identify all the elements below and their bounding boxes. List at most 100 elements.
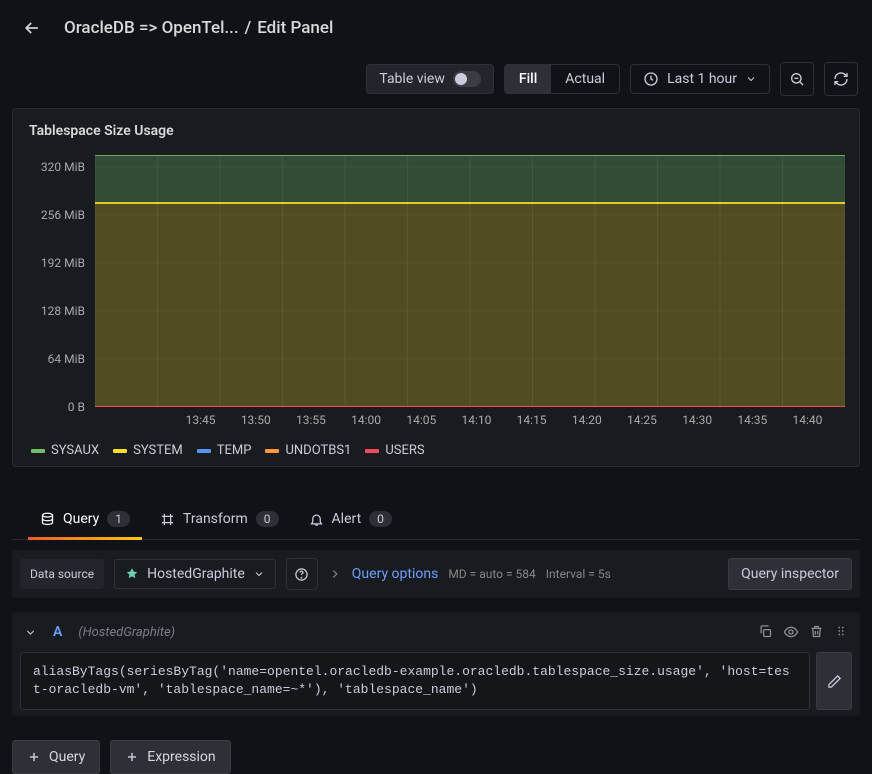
tab-transform-count: 0 xyxy=(256,511,279,527)
drag-handle-icon[interactable] xyxy=(834,624,848,638)
x-axis-label: 14:30 xyxy=(670,413,725,437)
tab-alert-label: Alert xyxy=(332,511,362,527)
chart-plot-area[interactable] xyxy=(95,155,845,407)
x-axis-label: 13:45 xyxy=(173,413,228,437)
back-button[interactable] xyxy=(16,12,48,44)
time-range-picker[interactable]: Last 1 hour xyxy=(630,64,770,94)
dashboard-title[interactable]: OracleDB => OpenTel... xyxy=(64,18,239,38)
plus-icon xyxy=(125,750,139,764)
eye-icon[interactable] xyxy=(783,624,799,640)
x-axis-label: 14:10 xyxy=(449,413,504,437)
x-axis-label: 14:15 xyxy=(504,413,559,437)
add-expression-button[interactable]: Expression xyxy=(110,740,230,774)
datasource-label: Data source xyxy=(20,559,104,589)
chevron-down-icon xyxy=(745,73,757,85)
database-icon xyxy=(40,512,55,527)
datasource-help-button[interactable] xyxy=(286,558,318,590)
tab-query-count: 1 xyxy=(107,511,130,527)
display-mode-group: Fill Actual xyxy=(504,64,620,94)
tab-query[interactable]: Query 1 xyxy=(36,505,134,539)
query-ds-hint: (HostedGraphite) xyxy=(78,625,175,640)
time-range-label: Last 1 hour xyxy=(667,71,737,87)
arrow-left-icon xyxy=(22,18,42,38)
question-icon xyxy=(294,567,309,582)
x-axis-label: 14:40 xyxy=(780,413,835,437)
bell-icon xyxy=(309,512,324,527)
x-axis-label: 14:20 xyxy=(559,413,614,437)
refresh-button[interactable] xyxy=(824,62,858,96)
add-expression-label: Expression xyxy=(147,749,215,765)
tab-alert-count: 0 xyxy=(369,511,392,527)
legend-item[interactable]: SYSTEM xyxy=(113,443,183,458)
breadcrumb-sep: / xyxy=(245,18,252,38)
chart: 320 MiB 256 MiB 192 MiB 128 MiB 64 MiB 0 B 13… xyxy=(17,147,855,437)
legend-item[interactable]: UNDOTBS1 xyxy=(265,443,351,458)
add-query-label: Query xyxy=(49,749,85,765)
table-view-toggle[interactable]: Table view xyxy=(366,64,494,94)
edit-panel-label: Edit Panel xyxy=(257,18,333,38)
fill-button[interactable]: Fill xyxy=(505,65,551,93)
x-axis-label: 14:00 xyxy=(339,413,394,437)
x-axis-label: 14:35 xyxy=(725,413,780,437)
legend-label: UNDOTBS1 xyxy=(285,443,351,458)
tab-alert[interactable]: Alert 0 xyxy=(305,505,396,539)
add-query-button[interactable]: Query xyxy=(12,740,100,774)
datasource-select[interactable]: HostedGraphite xyxy=(114,559,276,589)
chevron-down-icon xyxy=(253,568,265,580)
tab-query-label: Query xyxy=(63,511,99,527)
chevron-down-icon[interactable] xyxy=(24,626,37,639)
trash-icon[interactable] xyxy=(809,624,824,639)
x-axis-label: 13:50 xyxy=(228,413,283,437)
legend-swatch xyxy=(31,449,45,453)
tab-transform-label: Transform xyxy=(183,511,248,527)
breadcrumb: OracleDB => OpenTel... / Edit Panel xyxy=(64,18,333,38)
legend-label: SYSAUX xyxy=(51,443,99,458)
pencil-icon xyxy=(827,674,842,689)
query-inspector-button[interactable]: Query inspector xyxy=(728,558,852,590)
edit-query-button[interactable] xyxy=(816,652,852,710)
y-axis-label: 192 MiB xyxy=(41,256,85,270)
query-row-a: A (HostedGraphite) aliasByTags(seriesByT… xyxy=(12,612,860,716)
query-text-input[interactable]: aliasByTags(seriesByTag('name=opentel.or… xyxy=(20,652,810,710)
graphite-icon xyxy=(125,567,139,581)
legend-swatch xyxy=(113,449,127,453)
legend-swatch xyxy=(197,449,211,453)
x-axis-label: 14:05 xyxy=(394,413,449,437)
legend-item[interactable]: TEMP xyxy=(197,443,252,458)
toolbar: Table view Fill Actual Last 1 hour xyxy=(0,56,872,108)
md-info: MD = auto = 584 xyxy=(448,567,535,581)
chart-panel: Tablespace Size Usage 320 MiB 256 MiB 192 … xyxy=(12,108,860,467)
chevron-right-icon[interactable] xyxy=(328,567,342,581)
copy-icon[interactable] xyxy=(758,624,773,639)
y-axis-label: 128 MiB xyxy=(41,304,85,318)
legend-item[interactable]: USERS xyxy=(365,443,424,458)
zoom-out-icon xyxy=(789,71,805,87)
transform-icon xyxy=(160,512,175,527)
legend-label: SYSTEM xyxy=(133,443,183,458)
legend-label: USERS xyxy=(385,443,424,458)
y-axis-label: 0 B xyxy=(68,400,85,414)
legend-swatch xyxy=(265,449,279,453)
interval-info: Interval = 5s xyxy=(546,567,611,581)
y-axis-label: 64 MiB xyxy=(48,352,85,366)
plus-icon xyxy=(27,750,41,764)
query-options-link[interactable]: Query options xyxy=(352,566,439,582)
legend-item[interactable]: SYSAUX xyxy=(31,443,99,458)
table-view-label: Table view xyxy=(379,71,445,87)
y-axis-label: 320 MiB xyxy=(41,160,85,174)
x-axis-label: 14:25 xyxy=(614,413,669,437)
query-tabs: Query 1 Transform 0 Alert 0 xyxy=(12,487,860,540)
query-options-bar: Data source HostedGraphite Query options… xyxy=(12,550,860,598)
tab-transform[interactable]: Transform 0 xyxy=(156,505,283,539)
legend-swatch xyxy=(365,449,379,453)
legend-label: TEMP xyxy=(217,443,252,458)
refresh-icon xyxy=(833,71,849,87)
zoom-out-button[interactable] xyxy=(780,62,814,96)
chart-legend: SYSAUX SYSTEM TEMP UNDOTBS1 USERS xyxy=(17,437,855,458)
actual-button[interactable]: Actual xyxy=(551,65,619,93)
y-axis-label: 256 MiB xyxy=(41,208,85,222)
toggle-switch[interactable] xyxy=(453,71,481,87)
panel-title: Tablespace Size Usage xyxy=(17,119,855,147)
datasource-name: HostedGraphite xyxy=(147,566,245,582)
x-axis-label: 13:55 xyxy=(283,413,338,437)
